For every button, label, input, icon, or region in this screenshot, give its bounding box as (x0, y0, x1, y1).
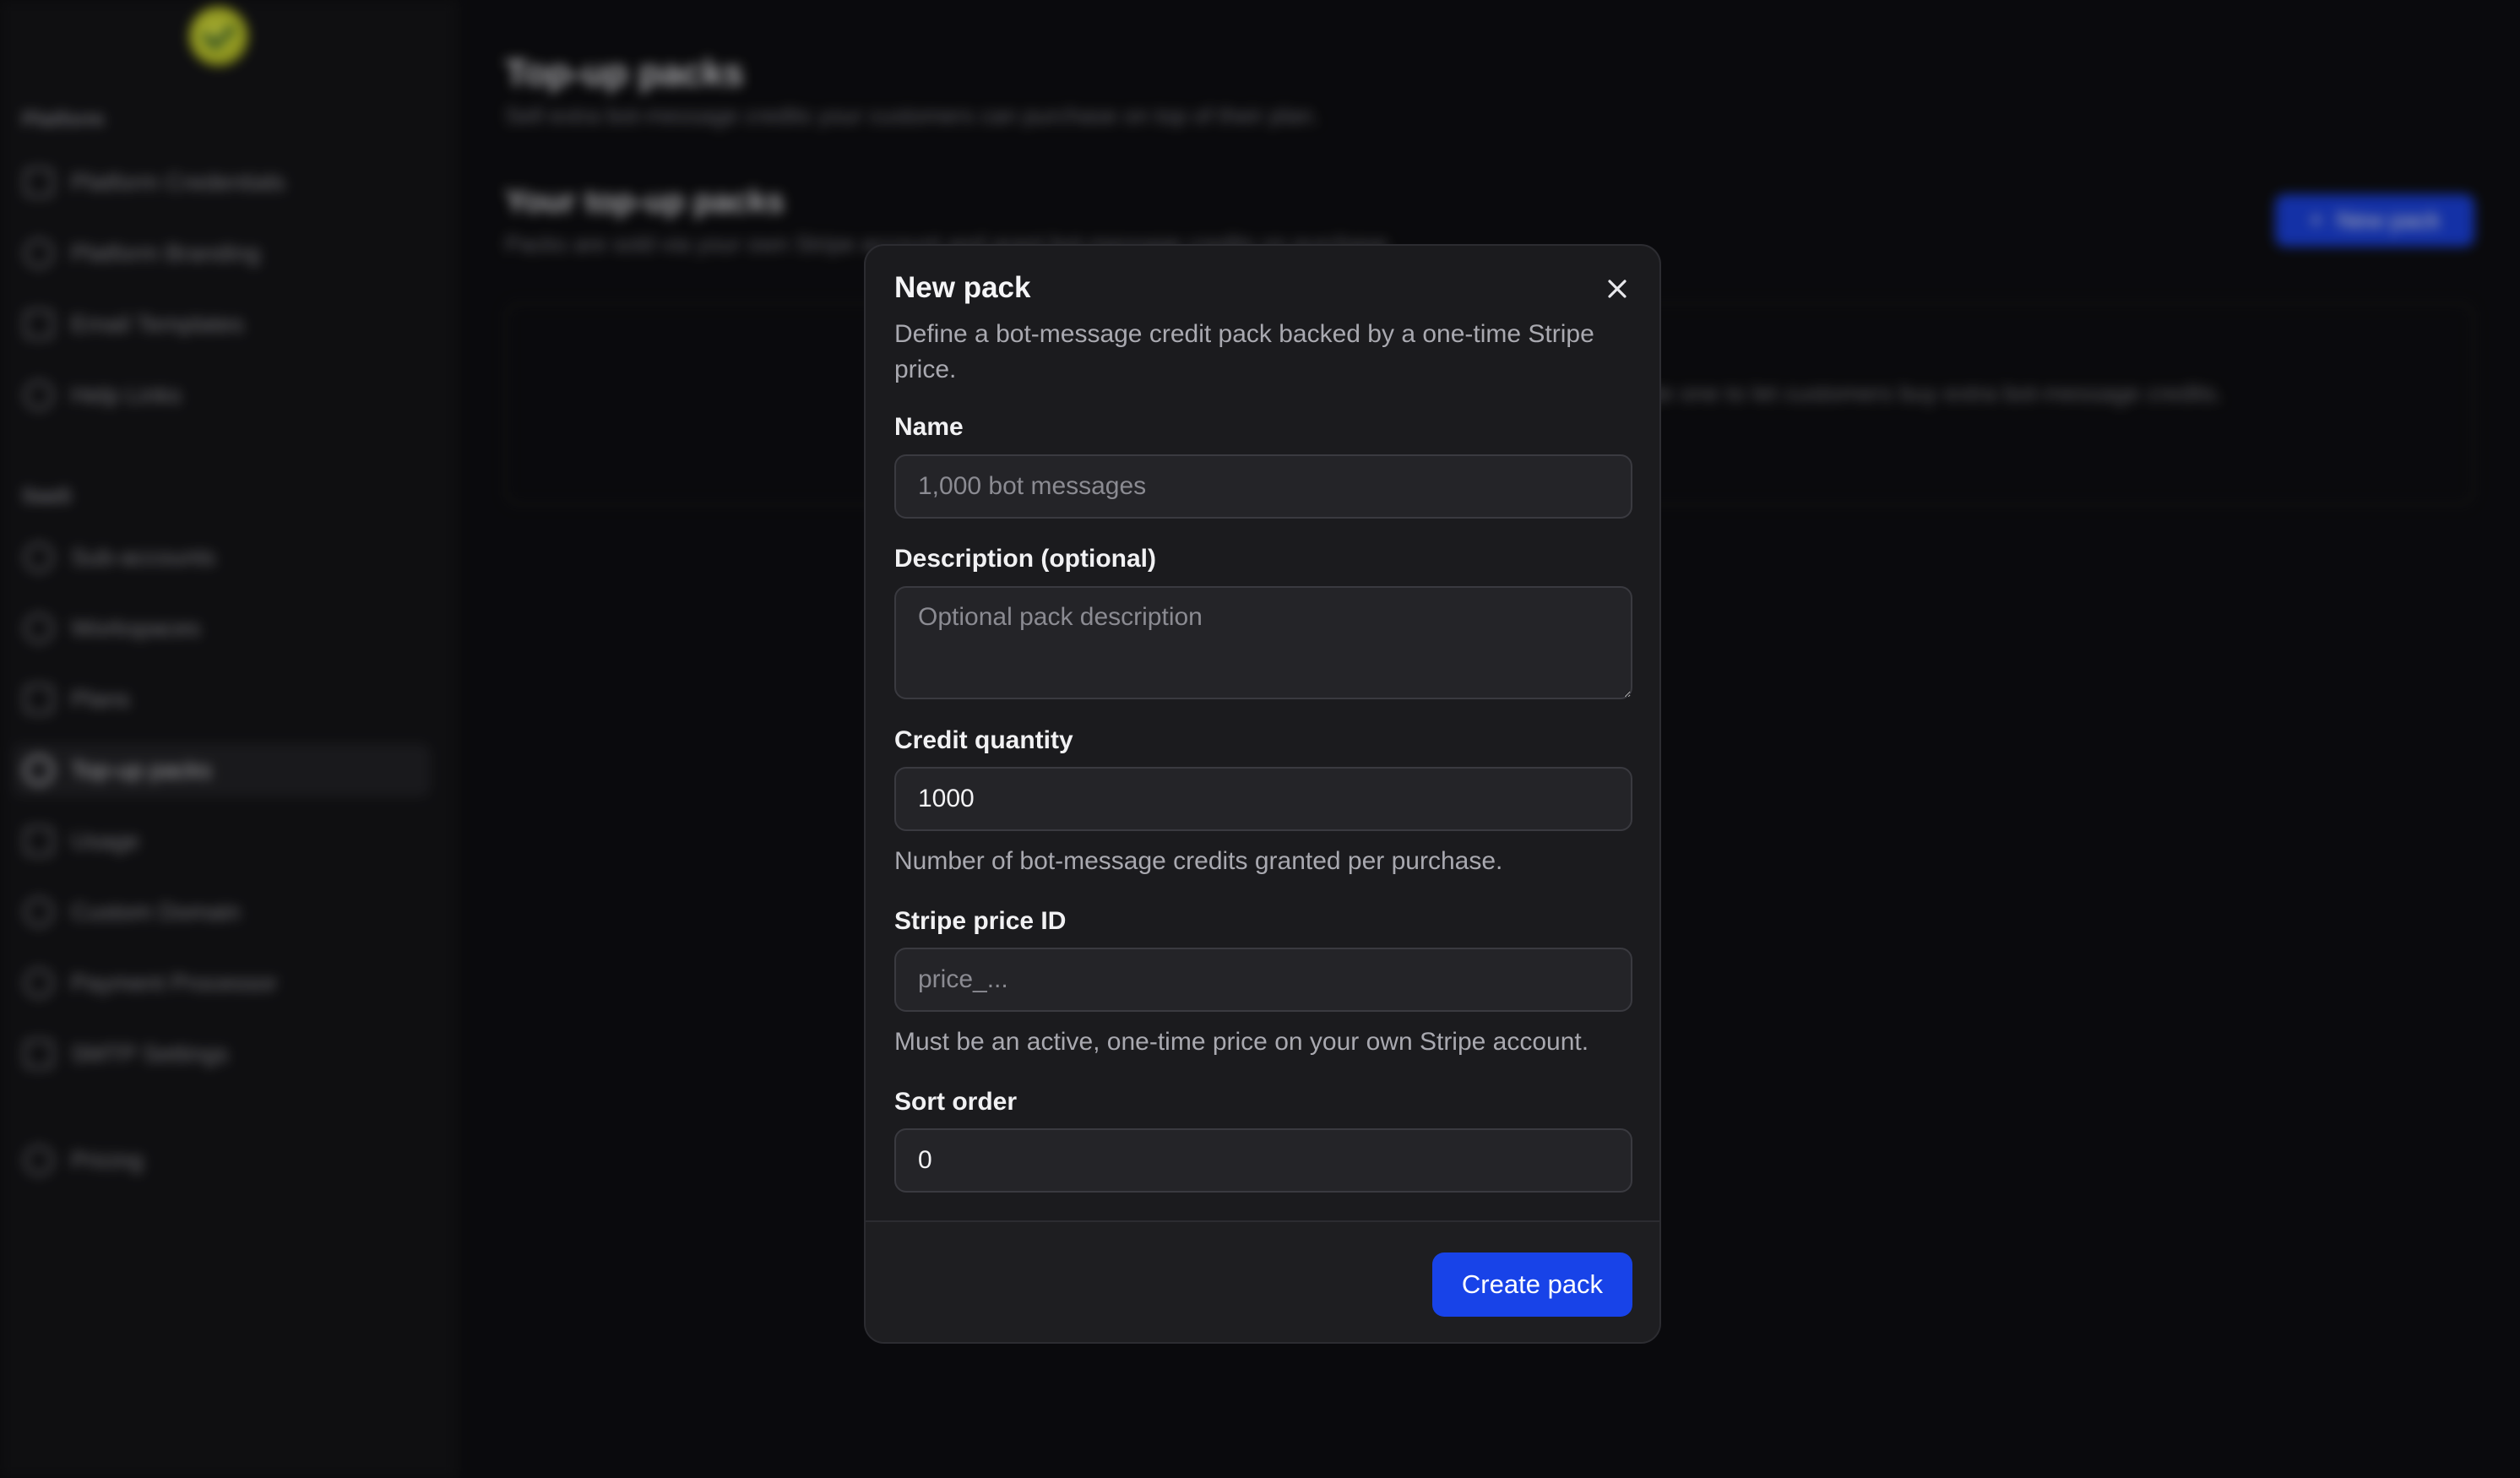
credit-quantity-input[interactable] (894, 767, 1632, 831)
stripe-price-id-help: Must be an active, one-time price on you… (894, 1028, 1589, 1056)
description-label: Description (optional) (894, 545, 1156, 573)
close-icon (1608, 280, 1627, 298)
name-input[interactable] (894, 454, 1632, 519)
credit-quantity-help: Number of bot-message credits granted pe… (894, 847, 1503, 875)
dialog-description: Define a bot-message credit pack backed … (894, 320, 1594, 383)
sort-order-label: Sort order (894, 1088, 1018, 1116)
new-pack-dialog: New pack Define a bot-message credit pac… (864, 244, 1661, 1344)
stripe-price-id-label: Stripe price ID (894, 907, 1067, 935)
sort-order-input[interactable] (894, 1128, 1632, 1193)
dialog-footer: Create pack (866, 1220, 1659, 1342)
stripe-price-id-input[interactable] (894, 948, 1632, 1012)
create-pack-button[interactable]: Create pack (1432, 1252, 1632, 1317)
dialog-title: New pack (894, 271, 1031, 304)
close-button[interactable] (1598, 269, 1637, 308)
name-label: Name (894, 413, 964, 441)
credit-quantity-label: Credit quantity (894, 726, 1073, 754)
description-textarea[interactable] (894, 586, 1632, 699)
